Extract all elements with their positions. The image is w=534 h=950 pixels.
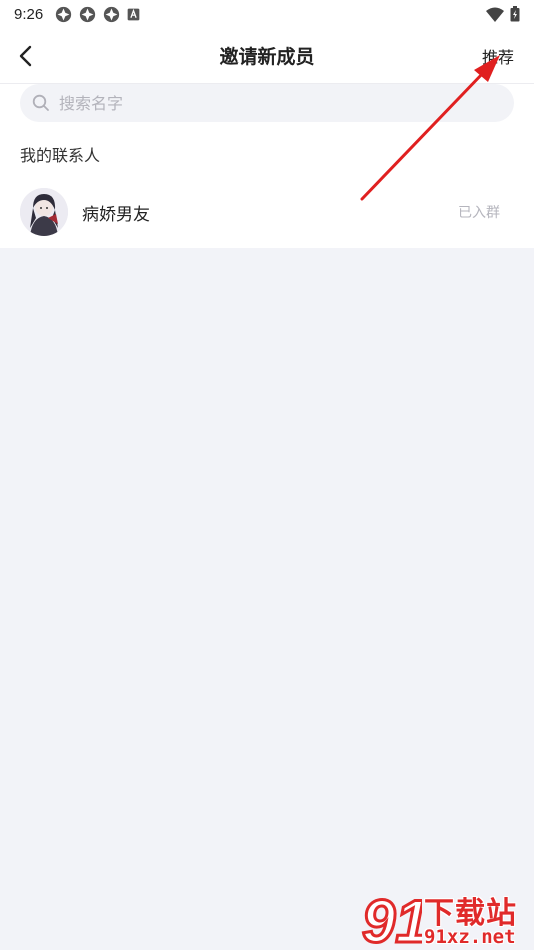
screen: 9:26 邀请新成员 搜索名字 我的联系人 病娇男友 已入群 9 下载站 91x… xyxy=(0,0,534,950)
watermark-url: 91xz.net xyxy=(424,926,516,948)
watermark-logo-icon: 91 xyxy=(361,888,423,950)
annotation-arrow-icon xyxy=(360,55,500,201)
watermark: 91 下载站 91xz.net xyxy=(360,888,532,950)
watermark-logo-text: 91 xyxy=(362,888,422,950)
